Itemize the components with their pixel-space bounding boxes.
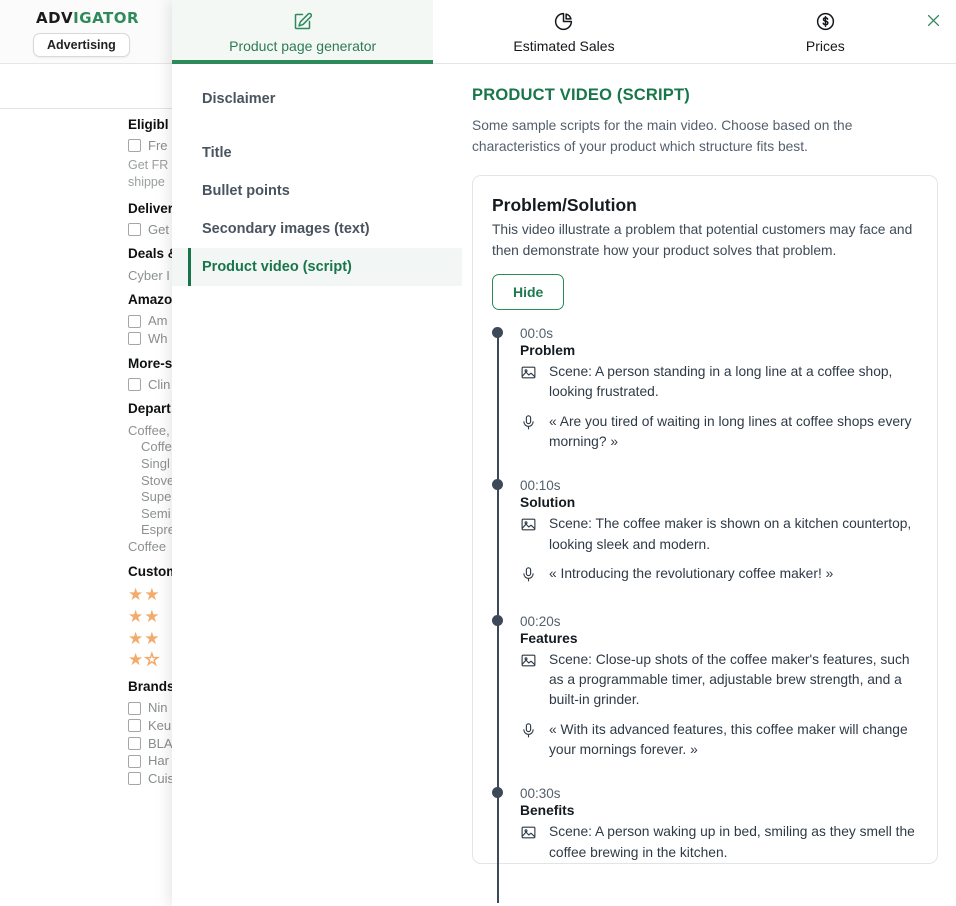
filter-label: Clin [148, 376, 171, 392]
sidebar-item-secondary-images[interactable]: Secondary images (text) [172, 210, 462, 248]
checkbox-icon[interactable] [128, 754, 141, 768]
filter-label: Cuis [148, 771, 175, 787]
timeline-scene-row: Scene: A person standing in a long line … [520, 362, 918, 403]
filter-label: Nin [148, 700, 168, 716]
timeline-scene-row: Scene: A person waking up in bed, smilin… [520, 822, 918, 863]
filter-label: Wh [148, 331, 168, 346]
page-title: PRODUCT VIDEO (SCRIPT) [472, 86, 690, 104]
dollar-circle-icon [815, 11, 836, 36]
star-icon: ★ [144, 628, 161, 648]
checkbox-icon[interactable] [128, 701, 141, 715]
tab-prices[interactable]: Prices [695, 0, 956, 64]
filter-label: Am [148, 313, 168, 329]
card-title: Problem/Solution [492, 195, 637, 216]
timeline-timestamp: 00:10s [520, 478, 561, 494]
logo-text-part1: ADV [36, 9, 74, 27]
image-icon [520, 650, 537, 674]
timeline-dot-icon [492, 614, 503, 626]
checkbox-icon[interactable] [128, 378, 141, 392]
filter-label: Fre [148, 138, 168, 154]
timeline-item: 00:0s Problem Scene: A person standing i [492, 326, 918, 453]
checkbox-icon[interactable] [128, 139, 141, 153]
script-timeline: 00:0s Problem Scene: A person standing i [492, 326, 918, 903]
sidebar-item-product-video[interactable]: Product video (script) [172, 248, 462, 286]
pie-chart-icon [553, 11, 574, 36]
timeline-section-label: Features [520, 630, 578, 646]
star-icon: ★ [144, 606, 161, 626]
tab-label: Prices [805, 37, 845, 54]
logo-text-part2: IGATOR [73, 9, 140, 27]
timeline-scene-text: Scene: A person waking up in bed, smilin… [549, 824, 915, 860]
timeline-scene-text: Scene: The coffee maker is shown on a ki… [549, 516, 912, 552]
microphone-icon [520, 412, 537, 436]
advertising-button[interactable]: Advertising [33, 33, 130, 57]
tab-label: Estimated Sales [513, 37, 615, 54]
timeline-voiceover-text: « With its advanced features, this coffe… [549, 721, 908, 757]
tab-estimated-sales[interactable]: Estimated Sales [433, 0, 694, 64]
image-icon [520, 362, 537, 386]
checkbox-icon[interactable] [128, 332, 141, 346]
timeline-dot-icon [492, 327, 503, 339]
filter-label: Get [148, 221, 169, 237]
star-icon: ★ [128, 628, 145, 648]
timeline-voiceover-text: « Introducing the revolutionary coffee m… [549, 565, 834, 581]
timeline-voiceover-row: « Introducing the revolutionary coffee m… [520, 564, 918, 588]
checkbox-icon[interactable] [128, 737, 141, 751]
page-subtitle: Some sample scripts for the main video. … [472, 118, 853, 154]
panel-main-content: PRODUCT VIDEO (SCRIPT) Some sample scrip… [462, 64, 956, 906]
timeline-voiceover-row: « Are you tired of waiting in long lines… [520, 412, 918, 453]
checkbox-icon[interactable] [128, 314, 141, 328]
filter-label: BLA [148, 735, 173, 751]
image-icon [520, 822, 537, 846]
sidebar-item-bullet-points[interactable]: Bullet points [172, 172, 462, 210]
star-icon: ★ [144, 584, 161, 604]
checkbox-icon[interactable] [128, 719, 141, 733]
hide-button[interactable]: Hide [492, 274, 565, 311]
timeline-section-label: Problem [520, 343, 576, 359]
panel-sidebar: Disclaimer Title Bullet points Secondary… [172, 64, 462, 906]
timeline-timestamp: 00:30s [520, 786, 561, 802]
timeline-scene-text: Scene: Close-up shots of the coffee make… [549, 651, 910, 708]
filter-label: Har [148, 753, 169, 769]
timeline-section-label: Benefits [520, 803, 575, 819]
checkbox-icon[interactable] [128, 223, 141, 237]
microphone-icon [520, 564, 537, 588]
checkbox-icon[interactable] [128, 772, 141, 786]
timeline-item: 00:20s Features Scene: Close-up shots of [492, 613, 918, 761]
tab-product-page-generator[interactable]: Product page generator [172, 0, 434, 64]
advigator-logo: ADVIGATOR [36, 9, 139, 27]
panel-tab-bar: Product page generator Estimated Sales P… [172, 0, 956, 64]
timeline-scene-row: Scene: The coffee maker is shown on a ki… [520, 514, 918, 555]
filter-label: Keu [148, 718, 172, 734]
timeline-timestamp: 00:0s [520, 326, 554, 342]
product-page-generator-panel: Product page generator Estimated Sales P… [172, 0, 956, 906]
timeline-voiceover-text: « Are you tired of waiting in long lines… [549, 413, 912, 450]
card-description: This video illustrate a problem that pot… [492, 222, 913, 258]
timeline-scene-text: Scene: A person standing in a long line … [549, 364, 893, 400]
timeline-section-label: Solution [520, 495, 576, 511]
star-icon: ★ [128, 584, 145, 604]
star-icon: ★ [128, 650, 145, 670]
star-icon: ★ [128, 606, 145, 626]
close-icon[interactable] [921, 8, 945, 32]
timeline-scene-row: Scene: Close-up shots of the coffee make… [520, 650, 918, 711]
pencil-square-icon [292, 11, 313, 36]
microphone-icon [520, 720, 537, 744]
tab-label: Product page generator [229, 37, 377, 54]
sidebar-item-disclaimer[interactable]: Disclaimer [172, 80, 462, 118]
panel-body: Disclaimer Title Bullet points Secondary… [172, 64, 956, 906]
script-card-problem-solution: Problem/Solution This video illustrate a… [472, 175, 938, 903]
timeline-item: 00:30s Benefits Scene: A person waking u [492, 786, 918, 863]
timeline-dot-icon [492, 787, 503, 799]
timeline-timestamp: 00:20s [520, 613, 561, 629]
timeline-voiceover-row: « With its advanced features, this coffe… [520, 720, 918, 761]
star-outline-icon: ☆ [144, 650, 161, 670]
timeline-item: 00:10s Solution Scene: The coffee maker [492, 478, 918, 588]
image-icon [520, 514, 537, 538]
sidebar-item-title[interactable]: Title [172, 134, 462, 172]
timeline-dot-icon [492, 479, 503, 491]
